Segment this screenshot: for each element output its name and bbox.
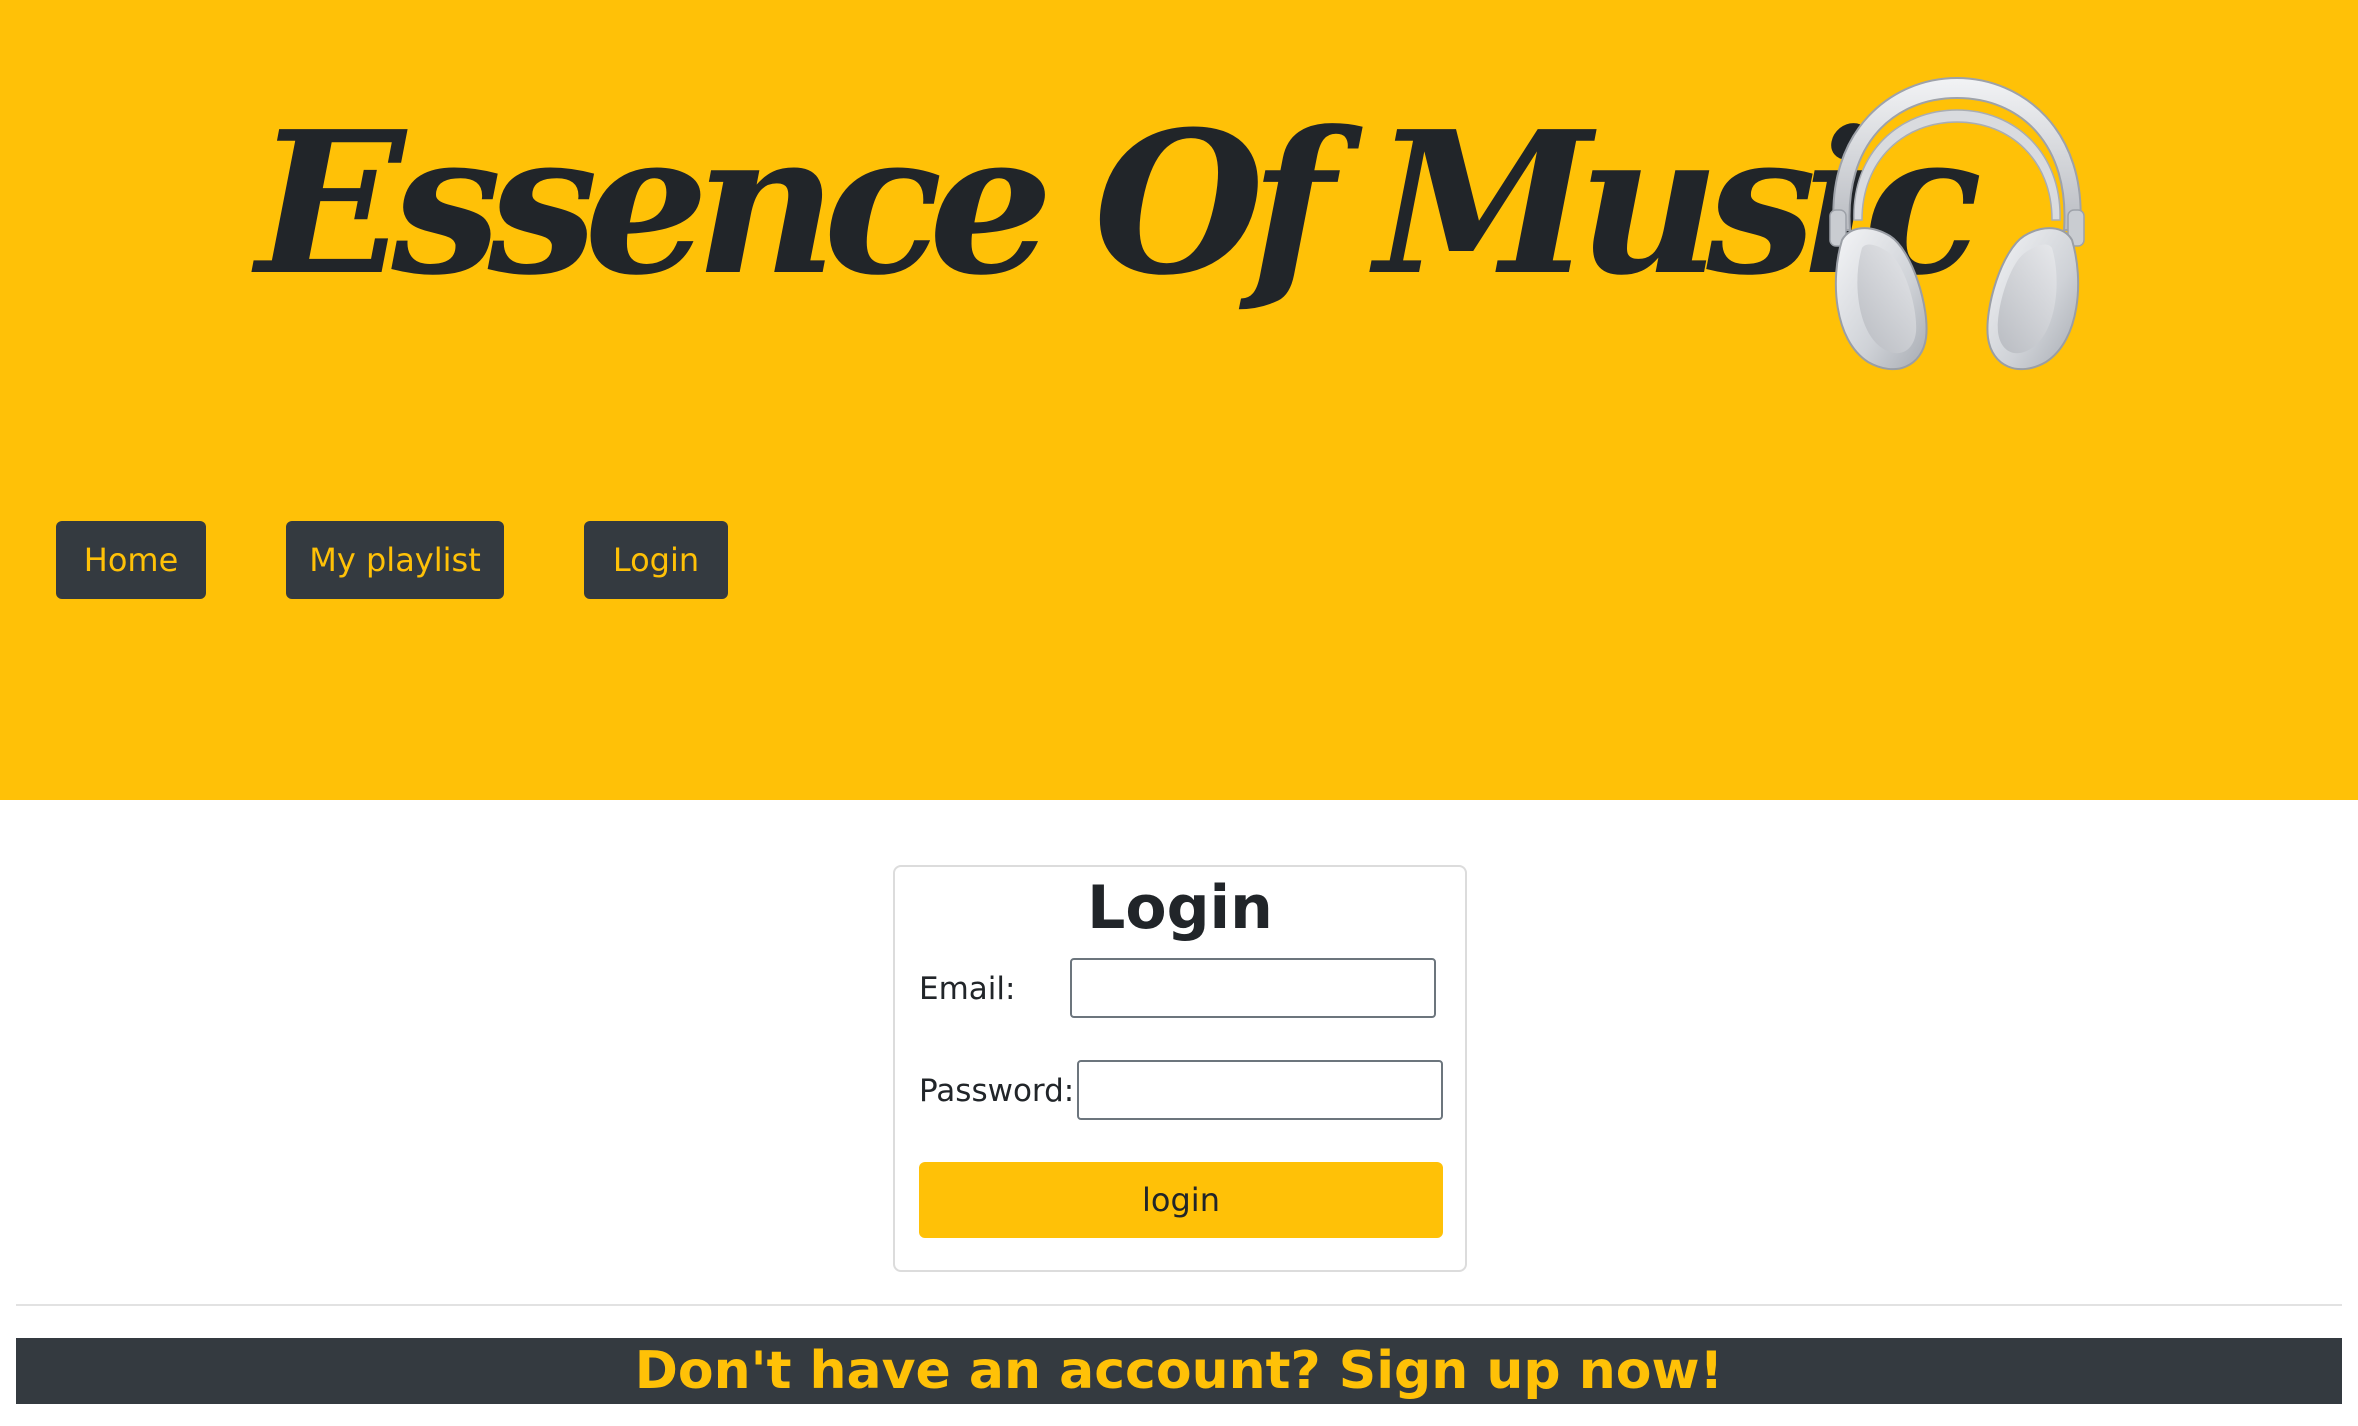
password-label: Password: <box>919 1073 1075 1109</box>
email-input[interactable] <box>1070 958 1436 1018</box>
header-banner: Essence Of Music Home My playlist Login <box>0 0 2358 800</box>
nav-home-button[interactable]: Home <box>56 521 206 599</box>
nav-my-playlist-button[interactable]: My playlist <box>286 521 504 599</box>
divider <box>16 1304 2342 1306</box>
login-submit-button[interactable]: login <box>919 1162 1443 1238</box>
signup-link[interactable]: Don't have an account? Sign up now! <box>635 1345 1723 1397</box>
headphones-icon <box>1829 76 2085 371</box>
password-input[interactable] <box>1077 1060 1443 1120</box>
nav-login-button[interactable]: Login <box>584 521 728 599</box>
email-label: Email: <box>919 971 1016 1007</box>
login-form-title: Login <box>1087 873 1273 943</box>
signup-banner: Don't have an account? Sign up now! <box>16 1338 2342 1404</box>
site-title: Essence Of Music <box>256 89 1982 319</box>
login-form: Login Email: Password: login <box>893 865 1467 1272</box>
